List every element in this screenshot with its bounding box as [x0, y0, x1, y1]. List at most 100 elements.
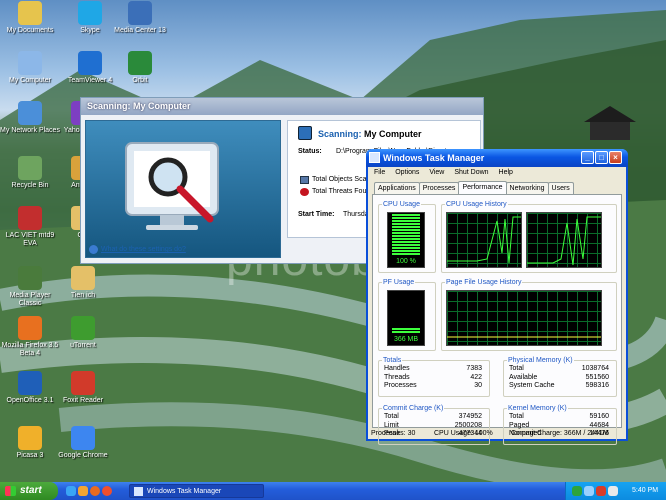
desktop-icon-label: Skype [80, 27, 100, 34]
app-icon [78, 1, 102, 25]
desktop-icon[interactable]: Google Chrome [53, 426, 113, 460]
quick-launch-icon[interactable] [78, 486, 88, 496]
performance-panel: CPU Usage 100 % CPU Usage History PF Usa… [372, 194, 622, 445]
row-label: Total [509, 365, 524, 372]
cpu-history-graph-core1 [446, 212, 522, 268]
scan-title-bar[interactable]: Scanning: My Computer [81, 98, 483, 115]
desktop-icon-label: OpenOffice 3.1 [6, 397, 54, 404]
pf-usage-meter: 366 MB [387, 290, 425, 346]
minimize-button[interactable]: _ [581, 151, 594, 164]
menu-bar: File Options View Shut Down Help [370, 167, 517, 179]
totals-row: Threads 422 [384, 374, 482, 383]
tab-networking[interactable]: Networking [505, 182, 549, 194]
desktop-icon[interactable]: Tien ich [53, 266, 113, 300]
desktop-icon[interactable]: Picasa 3 [0, 426, 60, 460]
tab-users[interactable]: Users [547, 182, 574, 194]
cpu-usage-legend: CPU Usage [383, 201, 420, 208]
app-icon [18, 51, 42, 75]
status-bar: Processes: 30 CPU Usage: 100% Commit Cha… [368, 428, 626, 440]
desktop-icon-label: Picasa 3 [16, 452, 44, 459]
app-icon [71, 266, 95, 290]
task-manager-title-bar[interactable]: Windows Task Manager _ □ × [366, 149, 628, 167]
desktop-icon[interactable]: Mozilla Firefox 3.5 Beta 4 [0, 316, 60, 358]
row-value: 59160 [589, 413, 609, 420]
clock[interactable]: 5:40 PM [632, 482, 658, 500]
desktop-icon-label: Google Chrome [58, 452, 108, 459]
menu-view[interactable]: View [429, 169, 444, 176]
row-label: Processes [384, 382, 417, 389]
taskbar-button-label: Windows Task Manager [147, 488, 222, 495]
desktop-icon[interactable]: Orbit [110, 51, 170, 85]
cpu-history-graph-core2 [526, 212, 602, 268]
row-label: Handles [384, 365, 410, 372]
menu-help[interactable]: Help [499, 169, 513, 176]
kernel-row: Total 59160 [509, 413, 609, 422]
app-icon [71, 426, 95, 450]
app-icon [18, 101, 42, 125]
desktop-icon-label: Tien ich [70, 292, 96, 299]
app-icon [18, 426, 42, 450]
tab-processes[interactable]: Processes [418, 182, 460, 194]
start-button[interactable]: start [0, 482, 58, 500]
commit-charge-legend: Commit Charge (K) [383, 405, 444, 412]
scan-heading-target: My Computer [364, 129, 422, 139]
desktop-icon-label: My Documents [6, 27, 54, 34]
tray-volume-icon[interactable] [584, 486, 594, 496]
taskbar-button-task-manager[interactable]: Windows Task Manager [129, 484, 264, 498]
row-label: Threads [384, 373, 410, 381]
close-button[interactable]: × [609, 151, 622, 164]
desktop-icon[interactable]: Recycle Bin [0, 156, 60, 190]
pf-usage-legend: PF Usage [383, 279, 415, 286]
desktop-icon[interactable]: LAC VIET mtd9 EVA [0, 206, 60, 248]
desktop-icon[interactable]: Media Center 13 [110, 1, 170, 35]
desktop-icon[interactable]: Foxit Reader [53, 371, 113, 405]
desktop-icon[interactable]: OpenOffice 3.1 [0, 371, 60, 405]
menu-shut-down[interactable]: Shut Down [454, 169, 488, 176]
desktop-icon[interactable]: My Network Places [0, 101, 60, 135]
firefox-icon[interactable] [90, 486, 100, 496]
tab-applications[interactable]: Applications [374, 182, 420, 194]
kernel-memory-legend: Kernel Memory (K) [508, 405, 567, 412]
settings-help-link[interactable]: What do these settings do? [101, 246, 186, 253]
task-manager-window[interactable]: Windows Task Manager _ □ × File Options … [366, 149, 628, 445]
commit-row: Total 374952 [384, 413, 482, 422]
threat-bug-icon [300, 188, 309, 196]
cpu-usage-meter-fill [392, 214, 420, 256]
menu-options[interactable]: Options [395, 169, 419, 176]
desktop-icon-label: Orbit [132, 77, 148, 84]
row-value: 374952 [458, 413, 482, 420]
start-time-label: Start Time: [298, 211, 335, 218]
scan-status-icon [298, 126, 312, 140]
show-desktop-icon[interactable] [66, 486, 76, 496]
desktop-icon[interactable]: My Documents [0, 1, 60, 35]
objects-icon [300, 176, 309, 184]
desktop-icon[interactable]: My Computer [0, 51, 60, 85]
desktop-icon-label: Media Center 13 [114, 27, 166, 34]
pf-usage-value: 366 MB [393, 336, 419, 343]
desktop-icon-label: My Network Places [0, 127, 60, 134]
app-icon [18, 266, 42, 290]
status-processes: Processes: 30 [371, 430, 416, 437]
maximize-button[interactable]: □ [595, 151, 608, 164]
app-icon [18, 206, 42, 230]
desktop-icon[interactable]: Media Player Classic [0, 266, 60, 308]
tray-app-icon[interactable] [608, 486, 618, 496]
tab-performance[interactable]: Performance [458, 181, 507, 195]
menu-file[interactable]: File [374, 169, 385, 176]
row-value: 7383 [466, 365, 482, 372]
task-manager-title: Windows Task Manager [383, 153, 485, 163]
tray-antivirus-icon[interactable] [596, 486, 606, 496]
cpu-usage-meter: 100 % [387, 212, 425, 268]
help-icon [89, 245, 98, 254]
app-icon [18, 316, 42, 340]
row-value: 30 [474, 382, 482, 389]
app-icon [128, 1, 152, 25]
tray-network-icon[interactable] [572, 486, 582, 496]
task-manager-icon [369, 152, 380, 163]
desktop-icon[interactable]: uTorrent [53, 316, 113, 350]
windows-logo-icon [5, 486, 16, 496]
desktop-icon-label: TeamViewer 4 [67, 77, 113, 84]
row-label: Total [384, 413, 399, 420]
browser-icon[interactable] [102, 486, 112, 496]
physical-row: Total 1038764 [509, 365, 609, 374]
